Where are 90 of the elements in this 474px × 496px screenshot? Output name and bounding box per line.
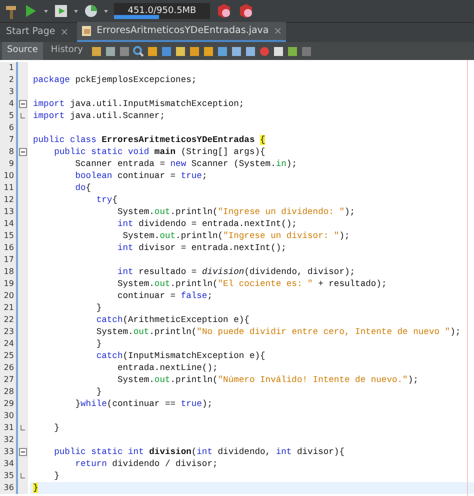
code-line: System.out.println("Ingrese un divisor: "); [122, 230, 350, 242]
code-line: System.out.println("Ingrese un dividendo: "); [116, 206, 356, 218]
close-button[interactable]: × [274, 24, 282, 38]
code-line: catch(InputMismatchException e){ [95, 350, 266, 362]
line-number: 30 [2, 410, 14, 422]
line-number: 18 [2, 266, 14, 278]
code-line: entrada.nextLine(); [116, 362, 218, 374]
hammer-icon[interactable] [4, 3, 18, 19]
line-number: 27 [2, 374, 14, 386]
fold-end-icon [20, 425, 26, 431]
line-number: 1 [8, 62, 14, 74]
code-line: package pckEjemplosExcepciones; [32, 74, 197, 86]
line-number: 16 [2, 242, 14, 254]
fold-end-icon [20, 113, 26, 119]
code-line: import java.util.Scanner; [32, 110, 165, 122]
search-icon[interactable] [132, 46, 144, 56]
code-line: do{ [74, 182, 92, 194]
line-number: 21 [2, 302, 14, 314]
code-line: import java.util.InputMismatchException; [32, 98, 244, 110]
line-number: 33 [2, 446, 14, 458]
line-number: 4 [8, 98, 14, 110]
run-icon[interactable] [24, 3, 38, 19]
line-number: 32 [2, 434, 14, 446]
line-number: 8 [8, 146, 14, 158]
line-number: 7 [8, 134, 14, 146]
line-number: 11 [2, 182, 14, 194]
fold-icon[interactable] [18, 448, 27, 456]
code-line: Scanner entrada = new Scanner (System.in); [74, 158, 297, 170]
code-line: catch(ArithmeticException e){ [95, 314, 250, 326]
debug-icon[interactable] [54, 3, 68, 19]
close-button[interactable]: × [60, 24, 69, 40]
line-number: 12 [2, 194, 14, 206]
stop-icon[interactable] [272, 46, 284, 56]
code-line: } [53, 422, 60, 434]
code-line: int resultado = division(dividendo, divisor); [116, 266, 356, 278]
code-line: } [95, 302, 102, 314]
code-line: try{ [95, 194, 118, 206]
code-line: } [95, 338, 102, 350]
line-number: 25 [2, 350, 14, 362]
fold-end-icon [20, 473, 26, 479]
code-line: } [53, 470, 60, 482]
line-number: 29 [2, 398, 14, 410]
line-number: 13 [2, 206, 14, 218]
code-line: continuar = false; [116, 290, 212, 302]
file-icon [80, 25, 92, 37]
line-number: 15 [2, 230, 14, 242]
caret-icon[interactable] [44, 10, 48, 12]
line-number: 19 [2, 278, 14, 290]
line-number: 24 [2, 338, 14, 350]
tab-label: ErroresAritmeticosYDeEntradas.java [96, 24, 269, 38]
code-line: public class ErroresAritmeticosYDeEntradas { [32, 134, 266, 146]
code-line: System.out.println("El cociente es: " + resultado); [116, 278, 387, 290]
tab-label: Start Page [6, 24, 56, 39]
code-line: public static void main (String[] args){ [53, 146, 266, 158]
line-number: 14 [2, 218, 14, 230]
line-number: 5 [8, 110, 14, 122]
view-tab[interactable]: History [46, 42, 88, 60]
code-line: boolean continuar = true; [74, 170, 208, 182]
caret-icon[interactable] [104, 10, 108, 12]
code-line: return dividendo / divisor; [74, 458, 218, 470]
memory-reading: 451.0/950.5MB [128, 6, 196, 16]
code-line: } [95, 386, 102, 398]
line-number: 3 [8, 86, 14, 98]
line-number: 6 [8, 122, 14, 134]
line-number: 28 [2, 386, 14, 398]
line-number: 17 [2, 254, 14, 266]
line-number: 22 [2, 314, 14, 326]
code-line: }while(continuar == true); [74, 398, 213, 410]
code-line: int dividendo = entrada.nextInt(); [116, 218, 297, 230]
line-number: 10 [2, 170, 14, 182]
editor-tab[interactable]: Start Page × [2, 22, 73, 42]
code-line: System.out.println("Número Inválido! Intente de nuevo."); [116, 374, 418, 386]
fold-icon[interactable] [18, 148, 27, 156]
fold-icon[interactable] [18, 100, 27, 108]
line-number: 36 [2, 482, 14, 494]
code-line: int divisor = entrada.nextInt(); [116, 242, 286, 254]
line-number: 20 [2, 290, 14, 302]
code-line: public static int division(int dividendo, int divisor){ [53, 446, 344, 458]
code-line: System.out.println("No puede dividir entre cero, Intente de nuevo "); [95, 326, 461, 338]
line-number: 31 [2, 422, 14, 434]
caret-icon[interactable] [74, 10, 78, 12]
line-number: 23 [2, 326, 14, 338]
editor-tab[interactable]: ErroresAritmeticosYDeEntradas.java × [76, 22, 286, 42]
view-tab[interactable]: Source [2, 42, 43, 60]
memory-meter[interactable]: 451.0/950.5MB [114, 3, 210, 19]
line-number: 34 [2, 458, 14, 470]
line-number: 2 [8, 74, 14, 86]
line-number: 26 [2, 362, 14, 374]
line-number: 35 [2, 470, 14, 482]
line-number: 9 [8, 158, 14, 170]
